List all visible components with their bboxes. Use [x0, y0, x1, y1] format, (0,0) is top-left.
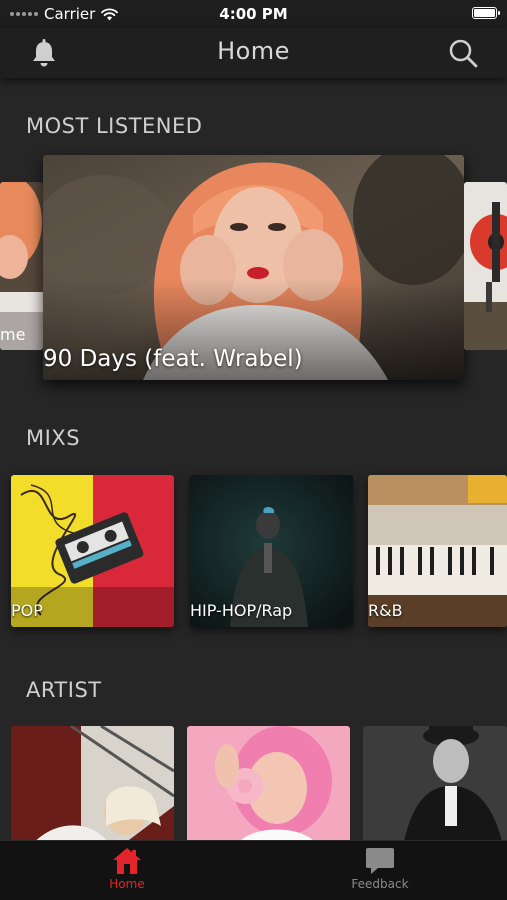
artist-card[interactable]	[363, 726, 507, 846]
artist-photo	[363, 726, 507, 846]
app-screen: Carrier 4:00 PM Home MOST LISTENED me 90…	[0, 0, 507, 900]
album-art	[464, 182, 507, 350]
page-title: Home	[217, 37, 290, 65]
tab-feedback[interactable]: Feedback	[320, 847, 440, 891]
artist-photo	[11, 726, 174, 846]
status-bar: Carrier 4:00 PM	[0, 0, 507, 28]
mix-label: HIP-HOP/Rap	[190, 601, 293, 620]
most-listened-card-next[interactable]	[464, 182, 507, 350]
search-icon	[449, 39, 478, 68]
search-button[interactable]	[447, 37, 479, 69]
artist-card[interactable]	[11, 726, 174, 846]
artist-heading: ARTIST	[26, 678, 102, 702]
card-caption: 90 Days (feat. Wrabel)	[43, 346, 303, 372]
most-listened-card-featured[interactable]: 90 Days (feat. Wrabel)	[43, 155, 464, 380]
chat-bubble-icon	[366, 848, 394, 874]
artist-card[interactable]	[187, 726, 350, 846]
battery-icon	[472, 7, 500, 19]
mix-label: POP	[11, 601, 43, 620]
tab-label: Home	[109, 877, 145, 891]
navigation-bar: Home	[0, 28, 507, 78]
mix-card-pop[interactable]: POP	[11, 475, 174, 627]
tab-home[interactable]: Home	[67, 847, 187, 891]
status-time: 4:00 PM	[219, 5, 288, 23]
mix-label: R&B	[368, 601, 403, 620]
tab-bar: Home Feedback	[0, 840, 507, 900]
home-icon	[113, 848, 141, 874]
mixs-heading: MIXS	[26, 426, 81, 450]
most-listened-card-previous[interactable]: me	[0, 182, 43, 350]
mix-card-rnb[interactable]: R&B	[368, 475, 507, 627]
most-listened-heading: MOST LISTENED	[26, 114, 203, 138]
tab-label: Feedback	[351, 877, 409, 891]
card-caption: me	[0, 325, 26, 344]
artist-photo	[187, 726, 350, 846]
mix-card-hip-hop[interactable]: HIP-HOP/Rap	[190, 475, 353, 627]
